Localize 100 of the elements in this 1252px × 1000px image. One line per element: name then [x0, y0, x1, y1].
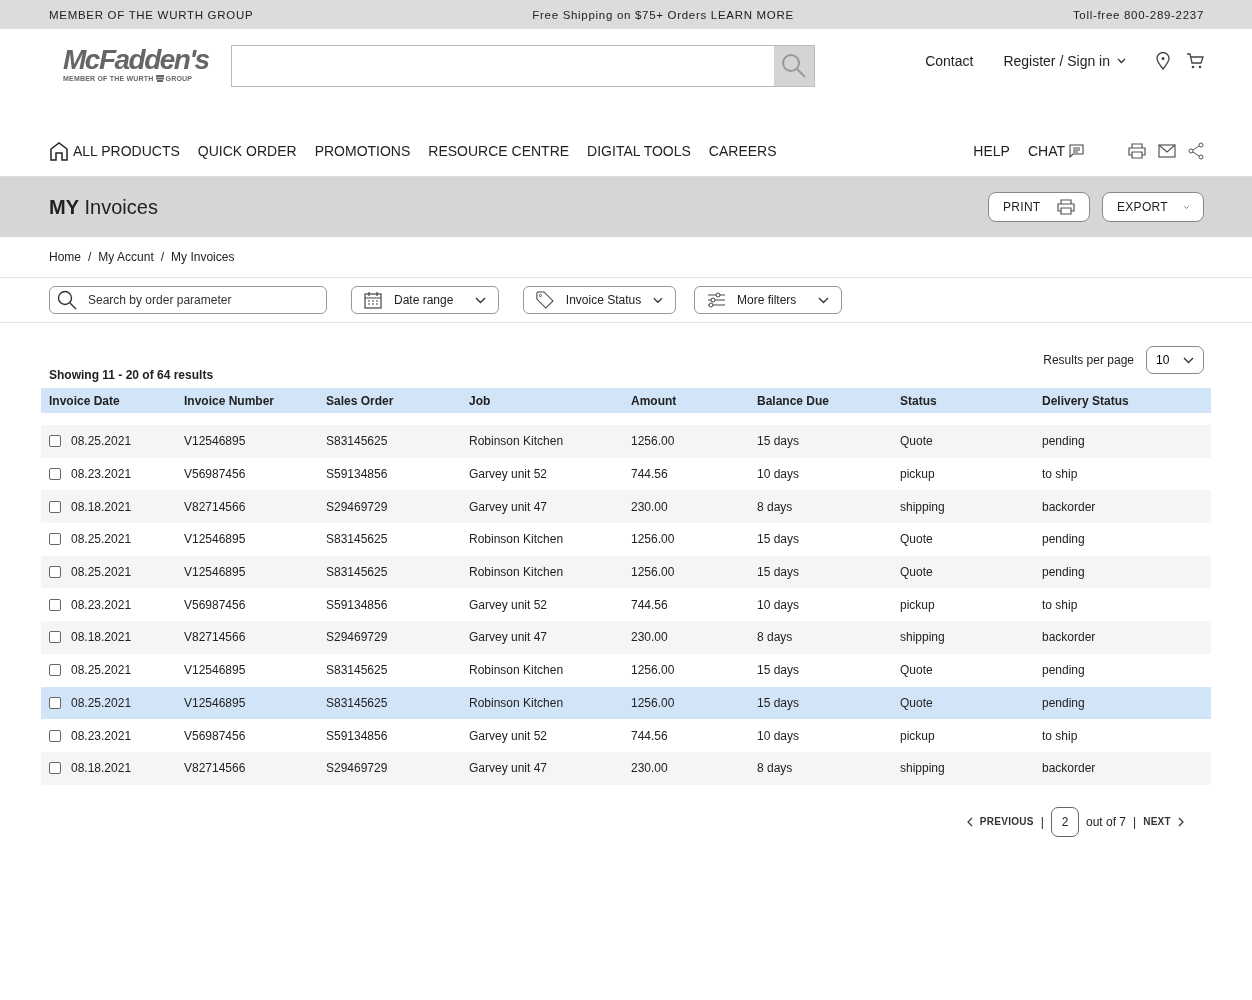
printer-icon — [1056, 199, 1075, 215]
table-cell: 08.25.2021 — [71, 434, 132, 449]
row-checkbox[interactable] — [49, 435, 61, 448]
table-cell: 15 days — [757, 434, 800, 449]
print-icon[interactable] — [1128, 142, 1146, 159]
table-cell: S59134856 — [326, 597, 388, 612]
sign-in-link[interactable]: Register / Sign in — [1003, 53, 1126, 69]
table-cell: V12546895 — [184, 695, 246, 710]
column-header: Status — [899, 393, 938, 408]
nav-link[interactable]: RESOURCE CENTRE — [428, 142, 570, 159]
table-cell: to ship — [1042, 728, 1078, 743]
contact-link[interactable]: Contact — [925, 53, 974, 69]
chevron-down-icon — [1183, 203, 1189, 211]
table-row[interactable]: 08.25.2021 V12546895 S83145625 Robinson Kitchen 1256.00 15 days Quote pending — [41, 555, 1211, 589]
breadcrumb-link[interactable]: Home — [49, 250, 81, 264]
nav-link[interactable]: CAREERS — [708, 142, 777, 159]
cart-icon[interactable] — [1186, 52, 1204, 70]
table-cell: 10 days — [757, 597, 800, 612]
row-checkbox[interactable] — [49, 468, 61, 481]
row-checkbox[interactable] — [49, 631, 61, 644]
row-checkbox[interactable] — [49, 566, 61, 579]
logo-wordmark[interactable]: McFadden's — [63, 45, 209, 75]
table-row[interactable]: 08.25.2021 V12546895 S83145625 Robinson Kitchen 1256.00 15 days Quote pending — [41, 425, 1211, 458]
table-cell: 15 days — [757, 565, 800, 580]
row-checkbox[interactable] — [49, 598, 61, 611]
breadcrumb-link[interactable]: My Accunt — [98, 250, 154, 264]
column-header: Sales Order — [325, 393, 395, 408]
print-button[interactable]: PRINT — [988, 192, 1090, 222]
table-cell: 10 days — [757, 728, 800, 743]
filter-dropdown[interactable]: Date range — [351, 286, 499, 314]
row-checkbox[interactable] — [49, 762, 61, 775]
table-cell: Quote — [900, 663, 933, 678]
table-cell: pickup — [900, 728, 935, 743]
table-row[interactable]: 08.23.2021 V56987456 S59134856 Garvey unit 52 744.56 10 days pickup to ship — [41, 719, 1211, 752]
table-cell: V82714566 — [184, 630, 246, 645]
table-cell: Quote — [900, 434, 933, 449]
email-icon[interactable] — [1158, 143, 1176, 158]
tag-icon — [536, 290, 554, 310]
filter-dropdown[interactable]: Invoice Status — [523, 286, 676, 314]
table-cell: to ship — [1042, 467, 1078, 482]
row-checkbox[interactable] — [49, 664, 61, 677]
table-cell: backorder — [1042, 630, 1096, 645]
breadcrumb-link[interactable]: My Invoices — [171, 250, 235, 264]
table-cell: V56987456 — [184, 467, 246, 482]
table-cell: Garvey unit 47 — [469, 499, 548, 514]
table-cell: Garvey unit 47 — [469, 630, 548, 645]
table-cell: 08.25.2021 — [71, 695, 132, 710]
table-cell: 744.56 — [631, 467, 668, 482]
table-row[interactable]: 08.18.2021 V82714566 S29469729 Garvey unit 47 230.00 8 days shipping backorder — [41, 621, 1211, 654]
table-cell: S83145625 — [326, 532, 388, 547]
nav-link[interactable]: DIGITAL TOOLS — [587, 142, 691, 159]
nav-link[interactable]: QUICK ORDER — [197, 142, 297, 159]
chevron-left-icon — [966, 816, 973, 827]
table-cell: V12546895 — [184, 434, 246, 449]
row-checkbox[interactable] — [49, 500, 61, 513]
column-header: Balance Due — [756, 393, 831, 408]
table-cell: 08.25.2021 — [71, 532, 132, 547]
column-header: Invoice Number — [183, 393, 276, 408]
group-membership-text: MEMBER OF THE WURTH GROUP — [49, 8, 254, 21]
all-products-link[interactable]: ALL PRODUCTS — [49, 140, 180, 161]
table-row[interactable]: 08.25.2021 V12546895 S83145625 Robinson Kitchen 1256.00 15 days Quote pending — [41, 686, 1211, 720]
row-checkbox[interactable] — [49, 729, 61, 742]
nav-link[interactable]: PROMOTIONS — [314, 142, 411, 159]
table-cell: V12546895 — [184, 663, 246, 678]
table-row[interactable]: 08.25.2021 V12546895 S83145625 Robinson Kitchen 1256.00 15 days Quote pending — [41, 653, 1211, 687]
table-cell: V56987456 — [184, 728, 246, 743]
table-cell: Quote — [900, 532, 933, 547]
table-cell: 230.00 — [631, 499, 668, 514]
table-row[interactable]: 08.18.2021 V82714566 S29469729 Garvey unit 47 230.00 8 days shipping backorder — [41, 751, 1211, 785]
order-search-field[interactable]: Search by order parameter — [49, 286, 327, 314]
page-number-field[interactable]: 2 — [1050, 806, 1079, 837]
search-field[interactable] — [231, 45, 815, 87]
table-cell: backorder — [1042, 761, 1096, 776]
table-cell: pending — [1042, 663, 1085, 678]
export-button[interactable]: EXPORT — [1102, 192, 1204, 222]
table-row[interactable]: 08.25.2021 V12546895 S83145625 Robinson Kitchen 1256.00 15 days Quote pending — [41, 523, 1211, 556]
table-cell: 1256.00 — [631, 695, 675, 710]
sliders-icon — [707, 292, 725, 308]
table-cell: pending — [1042, 695, 1085, 710]
table-cell: Quote — [900, 565, 933, 580]
table-cell: pickup — [900, 597, 935, 612]
next-page-link[interactable]: NEXT — [1143, 816, 1184, 828]
row-checkbox[interactable] — [49, 533, 61, 546]
row-checkbox[interactable] — [49, 696, 61, 709]
table-row[interactable]: 08.23.2021 V56987456 S59134856 Garvey unit 52 744.56 10 days pickup to ship — [41, 588, 1211, 622]
share-icon[interactable] — [1188, 141, 1204, 160]
table-row[interactable]: 08.23.2021 V56987456 S59134856 Garvey unit 52 744.56 10 days pickup to ship — [41, 457, 1211, 491]
table-cell: 15 days — [757, 663, 800, 678]
help-link[interactable]: HELP — [973, 142, 1010, 159]
breadcrumb-separator: / — [160, 250, 165, 264]
chat-link[interactable]: CHAT — [1027, 142, 1084, 159]
location-pin-icon[interactable] — [1156, 52, 1170, 70]
home-icon — [49, 140, 69, 161]
table-cell: V12546895 — [184, 565, 246, 580]
table-cell: 08.18.2021 — [71, 630, 132, 645]
previous-page-link[interactable]: PREVIOUS — [966, 816, 1034, 828]
table-cell: shipping — [900, 761, 945, 776]
results-per-page-select[interactable]: 10 — [1146, 346, 1204, 374]
table-row[interactable]: 08.18.2021 V82714566 S29469729 Garvey unit 47 230.00 8 days shipping backorder — [41, 490, 1211, 524]
filter-dropdown[interactable]: More filters — [694, 286, 842, 314]
